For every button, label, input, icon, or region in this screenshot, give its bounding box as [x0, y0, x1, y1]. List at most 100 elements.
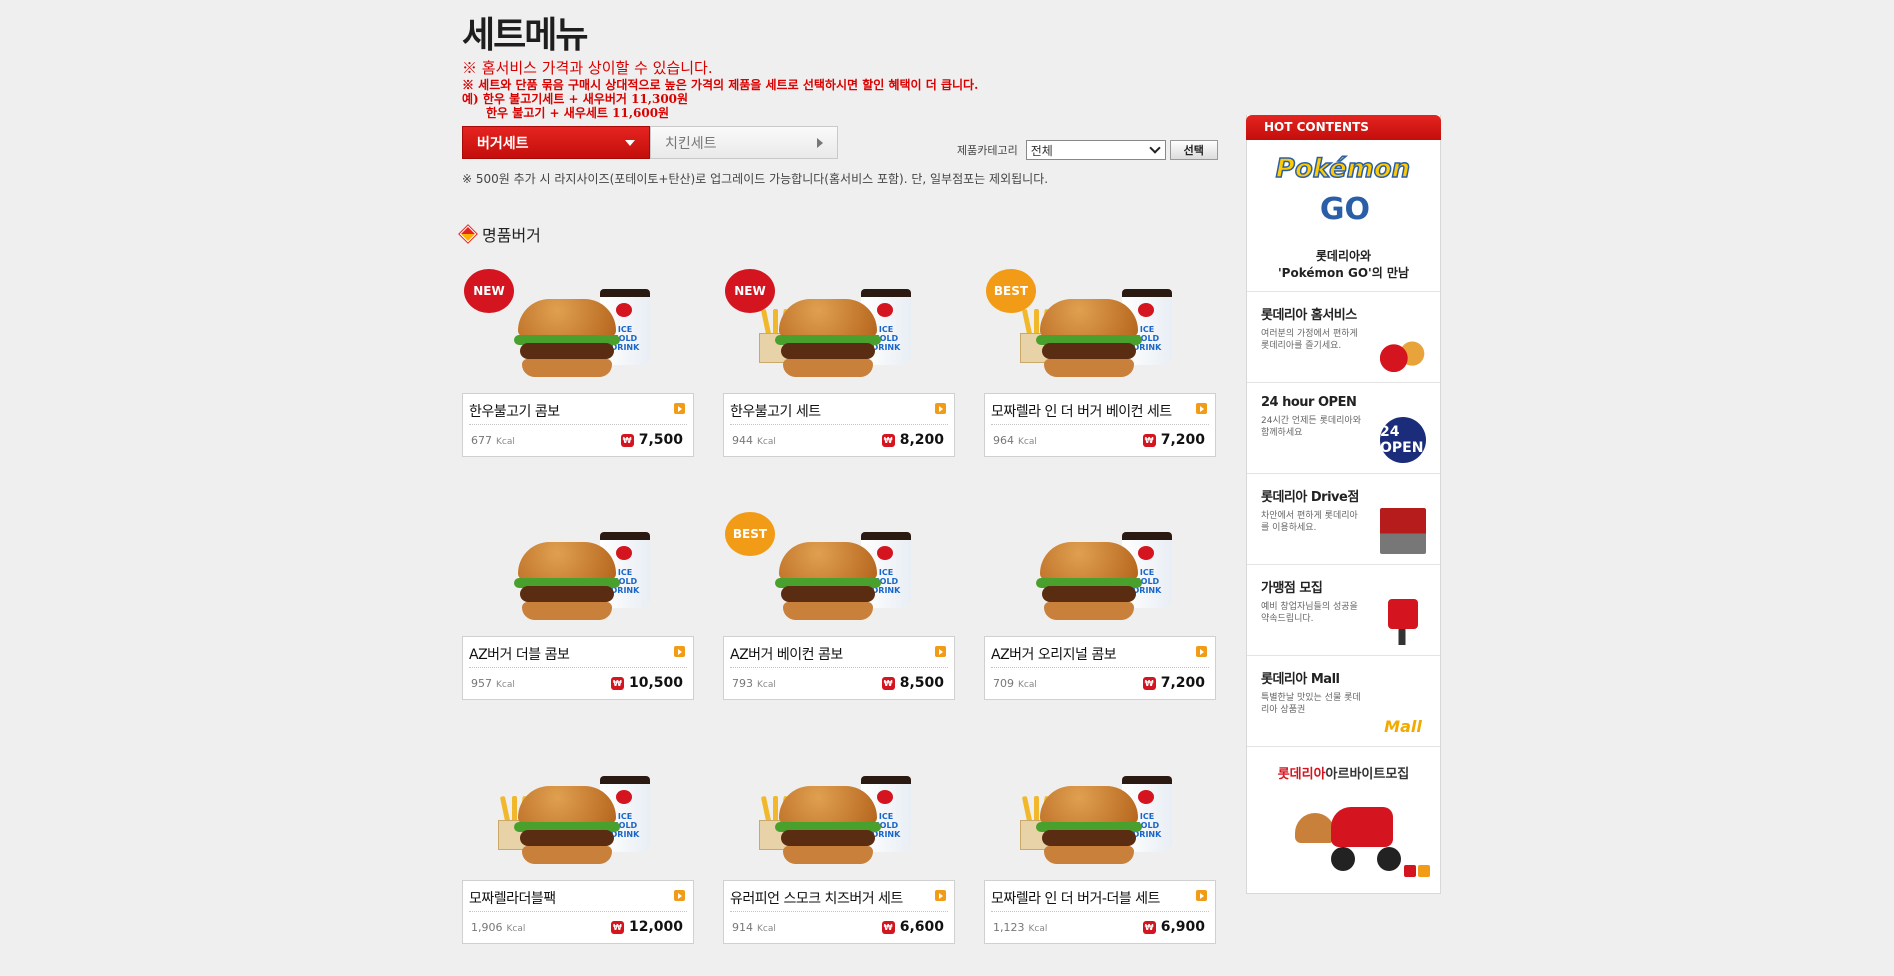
product-name[interactable]: 모짜렐라 인 더 버거 베이컨 세트 — [991, 401, 1172, 421]
product-price: ₩ 6,600 — [881, 919, 944, 935]
price-value: 6,900 — [1160, 919, 1205, 935]
burger-image — [514, 542, 620, 622]
product-name[interactable]: 한우불고기 세트 — [730, 401, 821, 421]
upgrade-note: ※ 500원 추가 시 라지사이즈(포테이토+탄산)로 업그레이드 가능합니다(… — [462, 172, 1049, 186]
detail-arrow-icon[interactable] — [674, 646, 685, 657]
detail-arrow-icon[interactable] — [674, 890, 685, 901]
pokemon-go-promo[interactable]: Pokémon GO 롯데리아와 'Pokémon GO'의 만남 — [1247, 140, 1440, 292]
kcal-value: 1,123 — [993, 921, 1025, 934]
product-kcal: 1,123 Kcal — [993, 921, 1047, 934]
product-name[interactable]: AZ버거 오리지널 콤보 — [991, 644, 1117, 664]
detail-arrow-icon[interactable] — [1196, 890, 1207, 901]
caret-right-icon — [817, 137, 823, 148]
sidebar-item-mall[interactable]: 롯데리아 Mall 특별한날 맛있는 선물 롯데리아 상품권 Mall — [1247, 656, 1440, 747]
tab-burger-set[interactable]: 버거세트 — [462, 126, 650, 159]
product-price: ₩ 8,200 — [881, 432, 944, 448]
scooter-icon — [1380, 326, 1426, 372]
sidebar-header: HOT CONTENTS — [1246, 115, 1441, 140]
product-image[interactable]: ICE COLD DRINK — [462, 506, 694, 636]
product-info: AZ버거 더블 콤보 957 Kcal ₩ 10,500 — [462, 636, 694, 700]
sidebar-item-desc: 여러분의 가정에서 편하게 롯데리아를 즐기세요. — [1261, 329, 1358, 351]
recruit-brand: 롯데리아 — [1277, 767, 1326, 782]
prev-arrow-icon[interactable] — [1404, 865, 1416, 877]
sidebar-item-title: 24 hour OPEN — [1261, 395, 1357, 410]
promo-line-2: 'Pokémon GO'의 만남 — [1277, 266, 1409, 280]
product-name[interactable]: AZ버거 더블 콤보 — [469, 644, 570, 664]
sidebar-item-franchise[interactable]: 가맹점 모집 예비 창업자님들의 성공을 약속드립니다. — [1247, 565, 1440, 656]
product-name[interactable]: 모짜렐라 인 더 버거-더블 세트 — [991, 888, 1160, 908]
product-image[interactable]: ICE COLD DRINK — [462, 750, 694, 880]
product-kcal: 1,906 Kcal — [471, 921, 525, 934]
product-card[interactable]: ICE COLD DRINK AZ버거 오리지널 콤보 709 Kcal ₩ 7,… — [984, 506, 1216, 700]
diamond-icon — [458, 224, 478, 244]
detail-arrow-icon[interactable] — [935, 403, 946, 414]
kcal-unit: Kcal — [1028, 924, 1048, 934]
product-info: AZ버거 베이컨 콤보 793 Kcal ₩ 8,500 — [723, 636, 955, 700]
drive-store-icon — [1380, 508, 1426, 554]
detail-arrow-icon[interactable] — [935, 890, 946, 901]
burger-image — [1036, 542, 1142, 622]
product-card[interactable]: ICE COLD DRINK 모짜렐라더블팩 1,906 Kcal ₩ 12,00… — [462, 750, 694, 944]
detail-arrow-icon[interactable] — [1196, 403, 1207, 414]
burger-image — [1036, 299, 1142, 379]
product-name[interactable]: 모짜렐라더블팩 — [469, 888, 556, 908]
product-image[interactable]: ICE COLD DRINK — [723, 750, 955, 880]
tab-label: 버거세트 — [477, 135, 529, 152]
product-card[interactable]: ICE COLD DRINK NEW 한우불고기 콤보 677 Kcal ₩ 7,… — [462, 263, 694, 457]
badge-best: BEST — [725, 512, 775, 556]
tab-chicken-set[interactable]: 치킨세트 — [650, 126, 838, 159]
next-arrow-icon[interactable] — [1418, 865, 1430, 877]
product-image[interactable]: ICE COLD DRINK BEST — [984, 263, 1216, 393]
category-select[interactable]: 전체 — [1025, 140, 1166, 160]
burger-image — [775, 786, 881, 866]
product-info: 한우불고기 콤보 677 Kcal ₩ 7,500 — [462, 393, 694, 457]
divider — [469, 667, 687, 668]
filter-label: 제품카테고리 — [957, 144, 1018, 157]
select-button[interactable]: 선택 — [1169, 140, 1218, 160]
product-card[interactable]: ICE COLD DRINK 모짜렐라 인 더 버거-더블 세트 1,123 Kc… — [984, 750, 1216, 944]
product-image[interactable]: ICE COLD DRINK NEW — [462, 263, 694, 393]
product-card[interactable]: ICE COLD DRINK NEW 한우불고기 세트 944 Kcal ₩ 8,… — [723, 263, 955, 457]
kcal-value: 944 — [732, 434, 753, 447]
sidebar-item-recruit[interactable]: 롯데리아아르바이트모집 — [1247, 747, 1440, 885]
product-card[interactable]: ICE COLD DRINK 유러피언 스모크 치즈버거 세트 914 Kcal … — [723, 750, 955, 944]
sidebar-item-24-hour[interactable]: 24 hour OPEN 24시간 언제든 롯데리아와 함께하세요 24 OPE… — [1247, 383, 1440, 474]
product-card[interactable]: ICE COLD DRINK AZ버거 더블 콤보 957 Kcal ₩ 10,5… — [462, 506, 694, 700]
divider — [991, 911, 1209, 912]
detail-arrow-icon[interactable] — [935, 646, 946, 657]
page-title: 세트메뉴 — [462, 15, 588, 56]
badge-new: NEW — [725, 269, 775, 313]
divider — [469, 424, 687, 425]
mall-icon: Mall — [1384, 717, 1422, 736]
product-kcal: 957 Kcal — [471, 677, 515, 690]
sidebar-pager — [1404, 865, 1430, 877]
product-name[interactable]: 한우불고기 콤보 — [469, 401, 560, 421]
product-image[interactable]: ICE COLD DRINK — [984, 750, 1216, 880]
product-image[interactable]: ICE COLD DRINK NEW — [723, 263, 955, 393]
product-kcal: 944 Kcal — [732, 434, 776, 447]
badge-best: BEST — [986, 269, 1036, 313]
kcal-value: 709 — [993, 677, 1014, 690]
sidebar-item-title: 롯데리아 홈서비스 — [1261, 308, 1357, 323]
sidebar-item-title: 가맹점 모집 — [1261, 581, 1323, 596]
product-kcal: 677 Kcal — [471, 434, 515, 447]
product-card[interactable]: ICE COLD DRINK BEST AZ버거 베이컨 콤보 793 Kcal … — [723, 506, 955, 700]
product-name[interactable]: AZ버거 베이컨 콤보 — [730, 644, 843, 664]
product-info: 모짜렐라 인 더 버거 베이컨 세트 964 Kcal ₩ 7,200 — [984, 393, 1216, 457]
divider — [991, 667, 1209, 668]
burger-image — [1036, 786, 1142, 866]
detail-arrow-icon[interactable] — [674, 403, 685, 414]
won-icon: ₩ — [881, 676, 895, 690]
product-info: 한우불고기 세트 944 Kcal ₩ 8,200 — [723, 393, 955, 457]
kcal-value: 964 — [993, 434, 1014, 447]
sidebar-item-title: 롯데리아 Mall — [1261, 672, 1340, 687]
product-image[interactable]: ICE COLD DRINK — [984, 506, 1216, 636]
delivery-bike-icon — [1291, 791, 1401, 871]
sidebar-item-drive[interactable]: 롯데리아 Drive점 차안에서 편하게 롯데리아를 이용하세요. — [1247, 474, 1440, 565]
notice-example-2: 한우 불고기 + 새우세트 11,600원 — [486, 106, 670, 120]
detail-arrow-icon[interactable] — [1196, 646, 1207, 657]
product-name[interactable]: 유러피언 스모크 치즈버거 세트 — [730, 888, 903, 908]
product-image[interactable]: ICE COLD DRINK BEST — [723, 506, 955, 636]
product-card[interactable]: ICE COLD DRINK BEST 모짜렐라 인 더 버거 베이컨 세트 9… — [984, 263, 1216, 457]
sidebar-item-home-service[interactable]: 롯데리아 홈서비스 여러분의 가정에서 편하게 롯데리아를 즐기세요. — [1247, 292, 1440, 383]
